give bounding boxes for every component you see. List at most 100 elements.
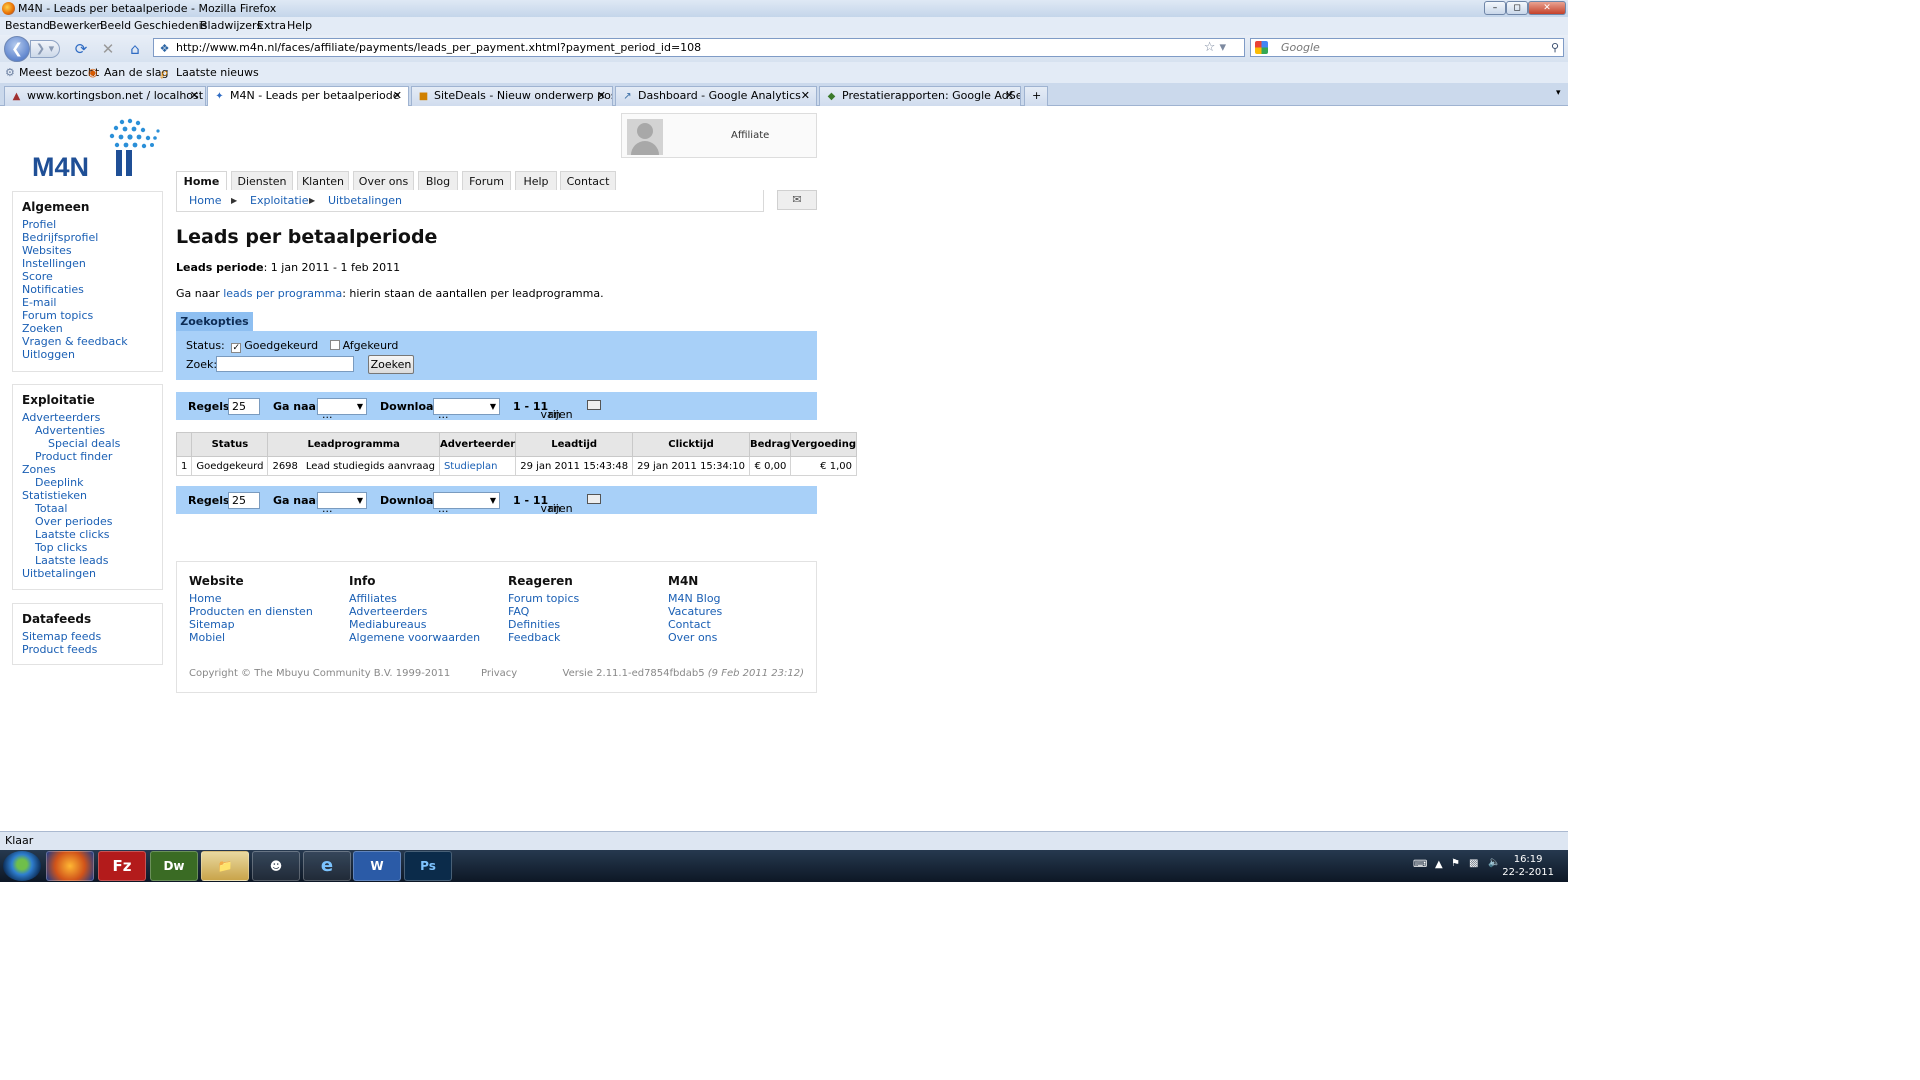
tab-kortingsbon[interactable]: ▲ www.kortingsbon.net / localhost / ... … [4,86,206,106]
footer-link[interactable]: M4N Blog [668,592,722,605]
volume-icon[interactable]: 🔈 [1488,857,1500,868]
bookmark-aan-de-slag[interactable]: Aan de slag [104,62,169,83]
col-bedrag[interactable]: Bedrag [748,432,792,457]
nav-contact[interactable]: Contact [560,171,616,190]
footer-link[interactable]: Algemene voorwaarden [349,631,480,644]
search-icon[interactable]: ⚲ [1551,39,1559,56]
col-leadtijd[interactable]: Leadtijd [515,432,634,457]
bookmark-laatste-nieuws[interactable]: Laatste nieuws [176,62,259,83]
sidebar-item-email[interactable]: E-mail [22,296,162,309]
sidebar-item-zoeken[interactable]: Zoeken [22,322,162,335]
col-status[interactable]: Status [191,432,269,457]
home-icon[interactable]: ⌂ [126,40,144,58]
footer-link[interactable]: Forum topics [508,592,579,605]
nav-forum[interactable]: Forum [462,171,511,190]
download-select[interactable]: ... ▼ [433,492,500,515]
tab-adsense[interactable]: ◆ Prestatierapporten: Google AdSense ✕ [819,86,1021,106]
sidebar-item-sitemap-feeds[interactable]: Sitemap feeds [22,630,162,643]
sidebar-item-deeplink[interactable]: Deeplink [22,476,162,489]
sidebar-item-uitbetalingen[interactable]: Uitbetalingen [22,567,162,580]
tab-analytics[interactable]: ↗ Dashboard - Google Analytics ✕ [615,86,817,106]
close-tab-icon[interactable]: ✕ [1005,87,1014,105]
close-tab-icon[interactable]: ✕ [597,87,606,105]
zoekopties-tab[interactable]: Zoekopties [176,312,253,332]
sidebar-item-adverteerders[interactable]: Adverteerders [22,411,162,424]
search-bar[interactable]: Google ⚲ [1250,38,1564,57]
sidebar-item-laatste-clicks[interactable]: Laatste clicks [22,528,162,541]
sidebar-item-uitloggen[interactable]: Uitloggen [22,348,162,361]
tab-sitedeals[interactable]: ■ SiteDeals - Nieuw onderwerp posten ✕ [411,86,613,106]
footer-link[interactable]: Definities [508,618,579,631]
sidebar-item-instellingen[interactable]: Instellingen [22,257,162,270]
footer-link[interactable]: Adverteerders [349,605,480,618]
menu-help[interactable]: Help [287,17,312,35]
mail-button[interactable]: ✉ [777,190,817,210]
footer-link[interactable]: Sitemap [189,618,313,631]
taskbar-explorer-icon[interactable]: 📁 [201,851,249,881]
breadcrumb-exploitatie[interactable]: Exploitatie [250,194,308,207]
sidebar-item-totaal[interactable]: Totaal [22,502,162,515]
leads-per-programma-link[interactable]: leads per programma [223,287,342,300]
print-icon[interactable] [587,494,601,504]
footer-link[interactable]: Producten en diensten [189,605,313,618]
footer-link[interactable]: Home [189,592,313,605]
taskbar-firefox-icon[interactable] [46,851,94,881]
taskbar-photoshop-icon[interactable]: Ps [404,851,452,881]
sidebar-item-special-deals[interactable]: Special deals [22,437,162,450]
back-button[interactable]: ❮ [4,36,30,62]
sidebar-item-forum-topics[interactable]: Forum topics [22,309,162,322]
user-box[interactable]: Affiliate [621,113,817,158]
nav-diensten[interactable]: Diensten [231,171,293,190]
menu-geschiedenis[interactable]: Geschiedenis [134,17,207,35]
sidebar-item-statistieken[interactable]: Statistieken [22,489,162,502]
sidebar-item-score[interactable]: Score [22,270,162,283]
ganaar-select[interactable]: ... ▼ [317,398,367,421]
taskbar-word-icon[interactable]: W [353,851,401,881]
bookmark-star-icon[interactable]: ☆ ▾ [1204,39,1226,56]
footer-link[interactable]: Mobiel [189,631,313,644]
nav-klanten[interactable]: Klanten [297,171,349,190]
afgekeurd-checkbox[interactable] [329,340,340,350]
menu-bewerken[interactable]: Bewerken [49,17,103,35]
menu-bestand[interactable]: Bestand [5,17,50,35]
goedgekeurd-checkbox[interactable]: ✓ [231,343,242,353]
flag-icon[interactable]: ⚑ [1451,858,1460,869]
privacy-link[interactable]: Privacy [481,668,517,679]
menu-bladwijzers[interactable]: Bladwijzers [200,17,262,35]
sidebar-item-over-periodes[interactable]: Over periodes [22,515,162,528]
tab-m4n[interactable]: ✦ M4N - Leads per betaalperiode ✕ [207,86,409,107]
breadcrumb-uitbetalingen[interactable]: Uitbetalingen [328,194,402,207]
col-leadprogramma[interactable]: Leadprogramma [267,432,440,457]
regels-input[interactable]: 25 [228,398,260,415]
tab-list-icon[interactable]: ▾ [1556,88,1561,98]
close-tab-icon[interactable]: ✕ [801,87,810,105]
close-window-button[interactable]: ✕ [1528,1,1566,15]
regels-input[interactable]: 25 [228,492,260,509]
stop-icon[interactable]: ✕ [99,40,117,58]
nav-help[interactable]: Help [515,171,557,190]
footer-link[interactable]: Feedback [508,631,579,644]
taskbar-messenger-icon[interactable]: ☻ [252,851,300,881]
taskbar-dreamweaver-icon[interactable]: Dw [150,851,198,881]
taskbar-ie-icon[interactable]: e [303,851,351,881]
sidebar-item-top-clicks[interactable]: Top clicks [22,541,162,554]
download-select[interactable]: ... ▼ [433,398,500,421]
footer-link[interactable]: Contact [668,618,722,631]
footer-link[interactable]: Vacatures [668,605,722,618]
tray-expand-icon[interactable]: ▲ [1435,859,1443,870]
minimize-button[interactable]: – [1484,1,1506,15]
maximize-button[interactable]: ◻ [1506,1,1528,15]
start-button[interactable] [3,851,41,881]
nav-over-ons[interactable]: Over ons [353,171,414,190]
breadcrumb-home[interactable]: Home [189,194,221,207]
taskbar-filezilla-icon[interactable]: Fz [98,851,146,881]
google-icon[interactable] [1255,41,1268,54]
sidebar-item-laatste-leads[interactable]: Laatste leads [22,554,162,567]
keyboard-icon[interactable]: ⌨ [1413,859,1427,870]
nav-blog[interactable]: Blog [418,171,458,190]
clock[interactable]: 16:19 22-2-2011 [1502,853,1554,879]
zoeken-button[interactable]: Zoeken [368,355,414,374]
reload-icon[interactable]: ⟳ [72,40,90,58]
footer-link[interactable]: FAQ [508,605,579,618]
sidebar-item-profiel[interactable]: Profiel [22,218,162,231]
